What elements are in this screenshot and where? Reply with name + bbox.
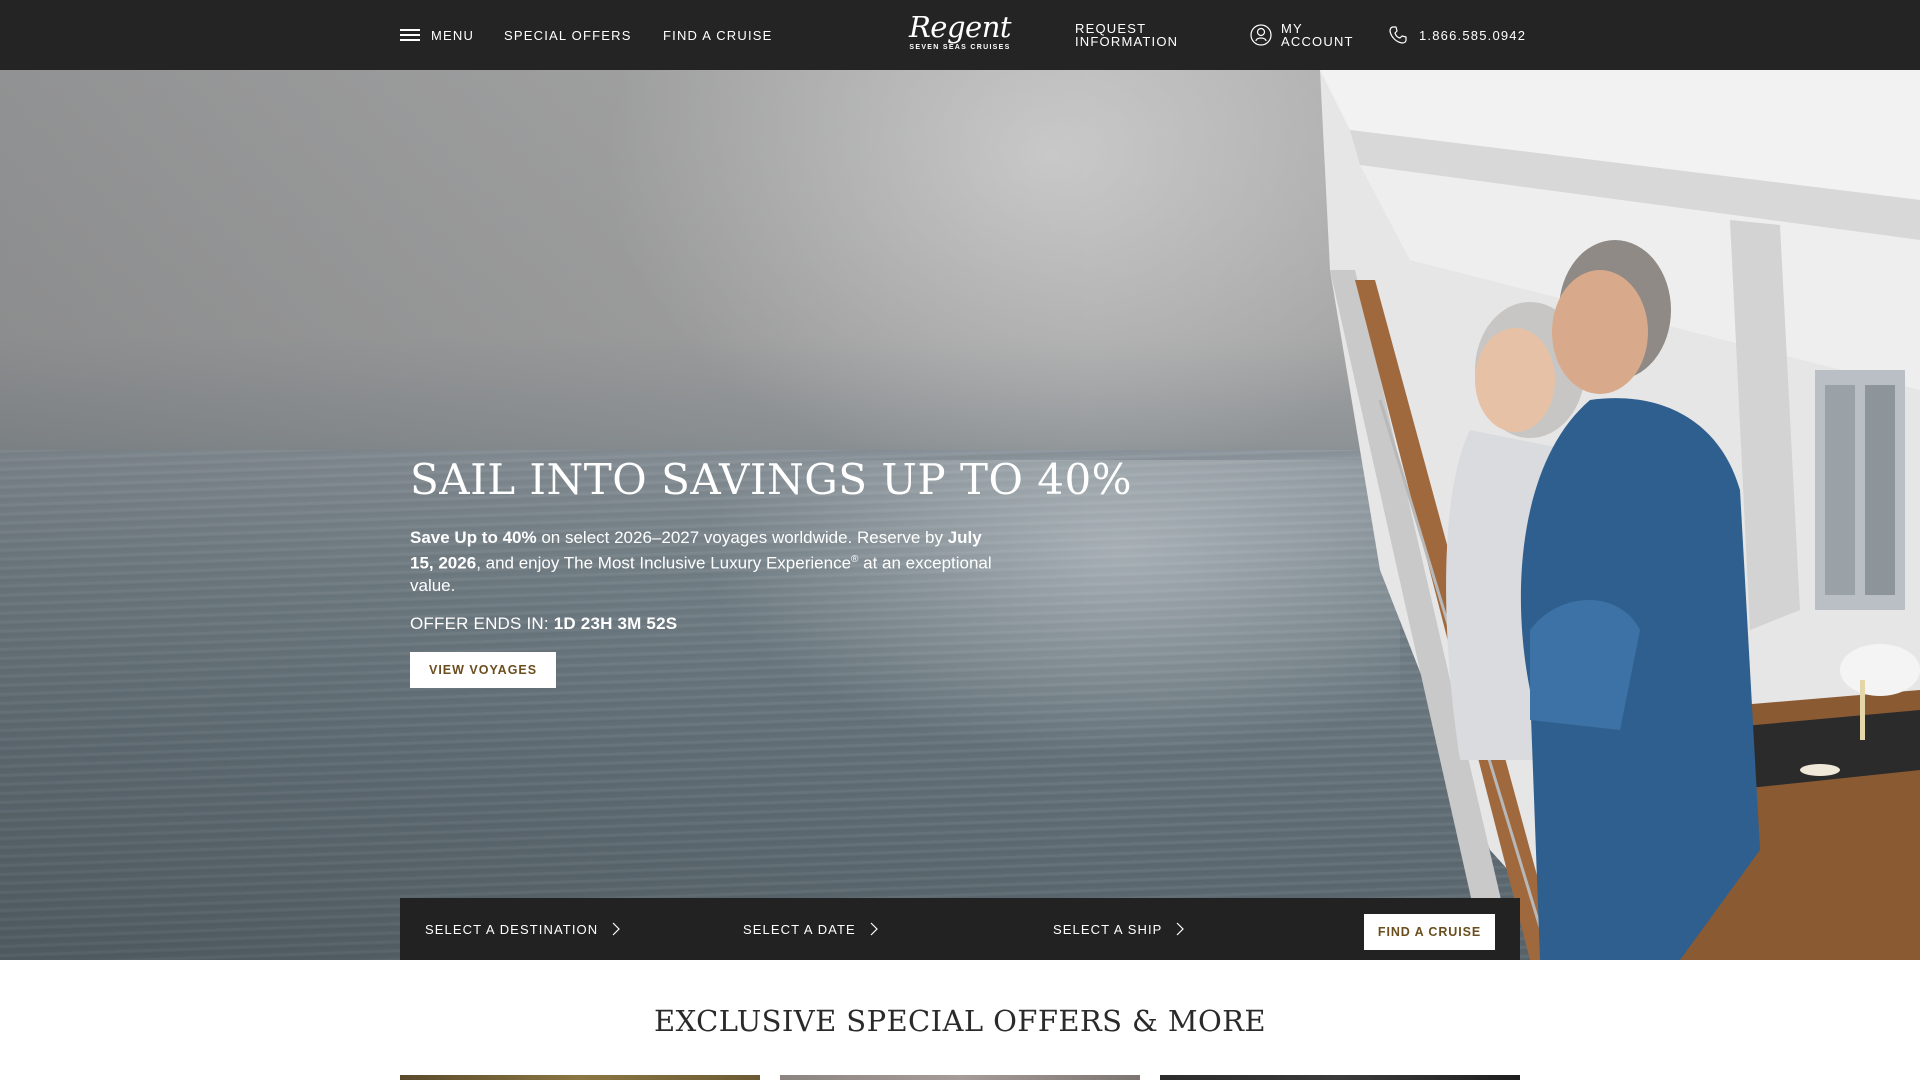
- chevron-right-icon: [870, 922, 878, 936]
- regent-logo[interactable]: Regent SEVEN SEAS CRUISES: [905, 13, 1015, 57]
- menu-button[interactable]: MENU: [400, 0, 474, 70]
- countdown-label: OFFER ENDS IN:: [410, 613, 554, 633]
- desc-text-1: on select 2026–2027 voyages worldwide. R…: [536, 528, 948, 547]
- hamburger-icon: [400, 29, 420, 41]
- destination-label: SELECT A DESTINATION: [425, 921, 599, 937]
- chevron-right-icon: [612, 922, 621, 936]
- account-icon: [1250, 24, 1272, 46]
- offer-card[interactable]: [1160, 1075, 1520, 1080]
- offer-countdown: OFFER ENDS IN: 1D 23H 3M 52S: [410, 613, 1010, 635]
- my-account-link[interactable]: MY ACCOUNT: [1250, 0, 1354, 70]
- hero-description: Save Up to 40% on select 2026–2027 voyag…: [410, 527, 1010, 597]
- desc-bold-savings: Save Up to 40%: [410, 528, 537, 547]
- countdown-value: 1D 23H 3M 52S: [553, 613, 678, 633]
- menu-label: MENU: [431, 27, 475, 43]
- date-label: SELECT A DATE: [743, 921, 856, 937]
- select-date-dropdown[interactable]: SELECT A DATE: [743, 898, 878, 960]
- offer-card[interactable]: [400, 1075, 760, 1080]
- logo-script: Regent: [908, 10, 1012, 44]
- site-header: MENU SPECIAL OFFERS FIND A CRUISE Regent…: [0, 0, 1920, 70]
- view-voyages-button[interactable]: VIEW VOYAGES: [410, 651, 557, 688]
- request-info-line2: INFORMATION: [1075, 34, 1179, 49]
- desc-text-2: , and enjoy The Most Inclusive Luxury Ex…: [476, 553, 852, 573]
- hero-banner: SAIL INTO SAVINGS UP TO 40% Save Up to 4…: [0, 70, 1920, 960]
- offers-section-title: EXCLUSIVE SPECIAL OFFERS & MORE: [654, 1004, 1266, 1038]
- hero-photo-ship-couple: [1320, 70, 1920, 960]
- special-offers-link[interactable]: SPECIAL OFFERS: [504, 0, 632, 70]
- ship-label: SELECT A SHIP: [1053, 921, 1163, 937]
- select-ship-dropdown[interactable]: SELECT A SHIP: [1053, 898, 1185, 960]
- hero-title: SAIL INTO SAVINGS UP TO 40%: [410, 455, 1133, 504]
- account-line2: ACCOUNT: [1281, 34, 1354, 49]
- chevron-right-icon: [1177, 922, 1185, 936]
- cruise-search-bar: SELECT A DESTINATION SELECT A DATE SELEC…: [400, 898, 1520, 960]
- phone-icon: [1389, 26, 1407, 44]
- logo-subtitle: SEVEN SEAS CRUISES: [909, 44, 1011, 51]
- offer-card[interactable]: [780, 1075, 1140, 1080]
- phone-link[interactable]: 1.866.585.0942: [1388, 0, 1526, 70]
- phone-number: 1.866.585.0942: [1419, 27, 1527, 43]
- special-offers-section: EXCLUSIVE SPECIAL OFFERS & MORE: [0, 960, 1920, 1080]
- select-destination-dropdown[interactable]: SELECT A DESTINATION: [425, 898, 621, 960]
- find-a-cruise-link[interactable]: FIND A CRUISE: [663, 0, 773, 70]
- request-information-link[interactable]: REQUEST INFORMATION: [1075, 0, 1178, 70]
- hero-content: SAIL INTO SAVINGS UP TO 40% Save Up to 4…: [410, 452, 1133, 688]
- find-a-cruise-button[interactable]: FIND A CRUISE: [1364, 914, 1495, 950]
